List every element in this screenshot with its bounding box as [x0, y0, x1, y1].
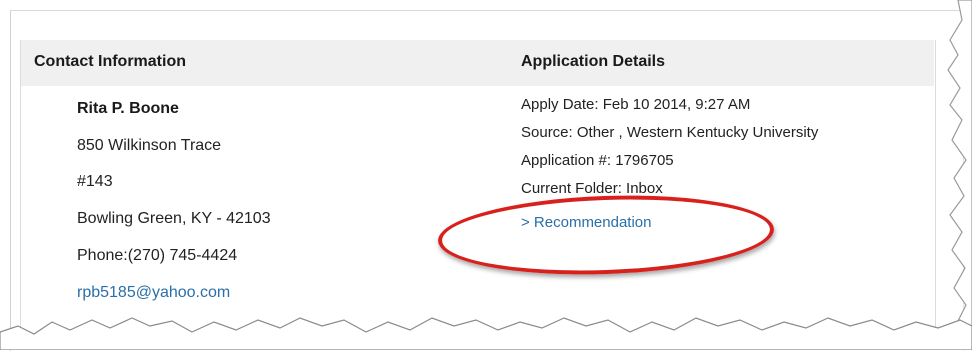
torn-edge-decoration — [0, 0, 972, 350]
